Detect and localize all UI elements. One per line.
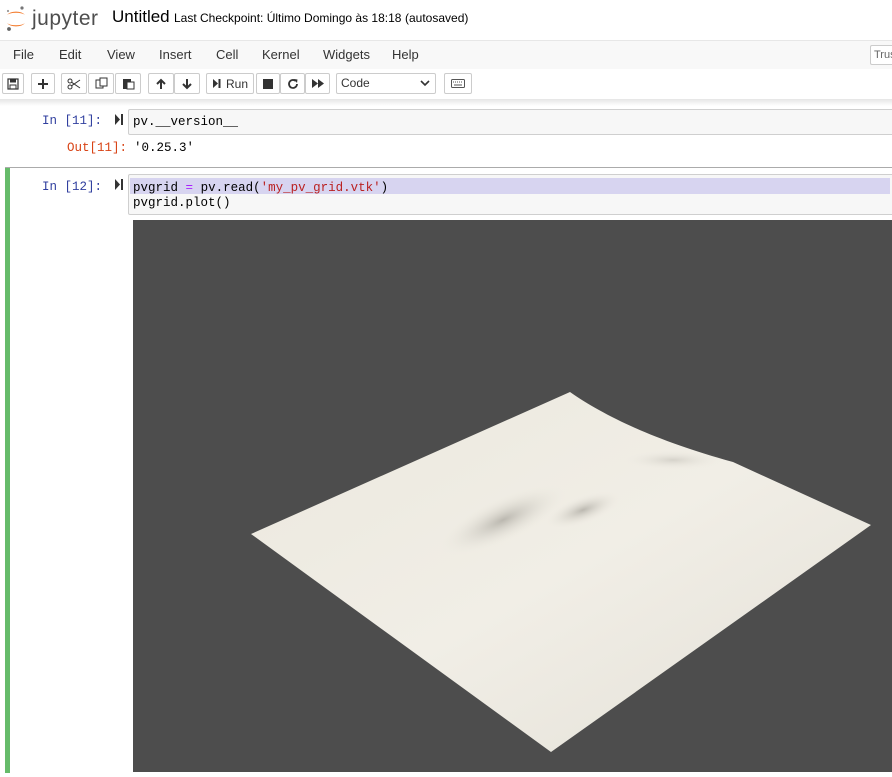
plus-icon: [38, 78, 48, 89]
cut-icon: [67, 78, 81, 89]
menubar: File Edit View Insert Cell Kernel Widget…: [0, 40, 892, 70]
menu-help[interactable]: Help: [392, 47, 419, 62]
insert-cell-button[interactable]: [31, 73, 55, 94]
3d-surface-render: [251, 392, 871, 752]
trusted-indicator[interactable]: Trusted: [870, 45, 892, 65]
save-icon: [7, 77, 19, 90]
paste-button[interactable]: [115, 73, 141, 94]
run-button[interactable]: Run: [206, 73, 254, 94]
cell-input-area[interactable]: pvgrid = pv.read('my_pv_grid.vtk') pvgri…: [128, 174, 892, 215]
cell-type-value: Code: [341, 76, 370, 90]
surface-mesh: [251, 392, 871, 752]
code-line: pvgrid.plot(): [133, 196, 231, 210]
cut-button[interactable]: [61, 73, 87, 94]
checkpoint-status: Last Checkpoint: Último Domingo às 18:18: [174, 11, 402, 25]
pyvista-plot-render[interactable]: [133, 220, 892, 772]
paste-icon: [122, 79, 134, 90]
autosave-status: (autosaved): [405, 11, 469, 25]
jupyter-logo-icon: [6, 6, 25, 31]
run-icon: [212, 79, 221, 88]
save-button[interactable]: [2, 73, 24, 94]
menu-view[interactable]: View: [107, 47, 135, 62]
keyboard-icon: [451, 79, 465, 88]
interrupt-kernel-button[interactable]: [256, 73, 280, 94]
copy-button[interactable]: [88, 73, 114, 94]
run-label: Run: [225, 76, 248, 91]
code-line: pvgrid = pv.read('my_pv_grid.vtk'): [133, 181, 389, 195]
run-cell-icon[interactable]: [115, 179, 124, 190]
menu-widgets[interactable]: Widgets: [323, 47, 370, 62]
input-prompt: In [11]:: [42, 114, 103, 128]
jupyter-logo[interactable]: jupyter: [2, 2, 102, 36]
output-text: '0.25.3': [134, 141, 195, 155]
notebook-title[interactable]: Untitled: [112, 7, 170, 27]
cell-type-select[interactable]: Code: [336, 73, 436, 94]
fast-forward-icon: [311, 79, 324, 88]
toolbar: Run Code: [0, 69, 892, 100]
menu-insert[interactable]: Insert: [159, 47, 192, 62]
output-prompt: Out[11]:: [67, 141, 128, 155]
menu-cell[interactable]: Cell: [216, 47, 238, 62]
restart-kernel-button[interactable]: [280, 73, 305, 94]
code-line: pv.__version__: [133, 115, 239, 129]
selected-cell-indicator: [5, 168, 10, 773]
run-cell-icon[interactable]: [115, 114, 124, 125]
notebook-header: jupyter Untitled Last Checkpoint: Último…: [0, 0, 892, 40]
copy-icon: [95, 77, 107, 89]
chevron-down-icon: [420, 80, 430, 87]
code-cell[interactable]: In [11]: pv.__version__ Out[11]: '0.25.3…: [5, 106, 892, 162]
restart-run-all-button[interactable]: [305, 73, 330, 94]
stop-icon: [263, 78, 273, 89]
input-prompt: In [12]:: [42, 180, 103, 194]
cell-input-area[interactable]: pv.__version__: [128, 109, 892, 135]
menu-file[interactable]: File: [13, 47, 34, 62]
arrow-up-icon: [156, 78, 166, 89]
move-up-button[interactable]: [148, 73, 174, 94]
menu-edit[interactable]: Edit: [59, 47, 81, 62]
command-palette-button[interactable]: [444, 73, 472, 94]
move-down-button[interactable]: [174, 73, 200, 94]
menu-kernel[interactable]: Kernel: [262, 47, 300, 62]
jupyter-wordmark: jupyter: [32, 7, 99, 30]
arrow-down-icon: [182, 78, 192, 89]
restart-icon: [287, 78, 298, 89]
